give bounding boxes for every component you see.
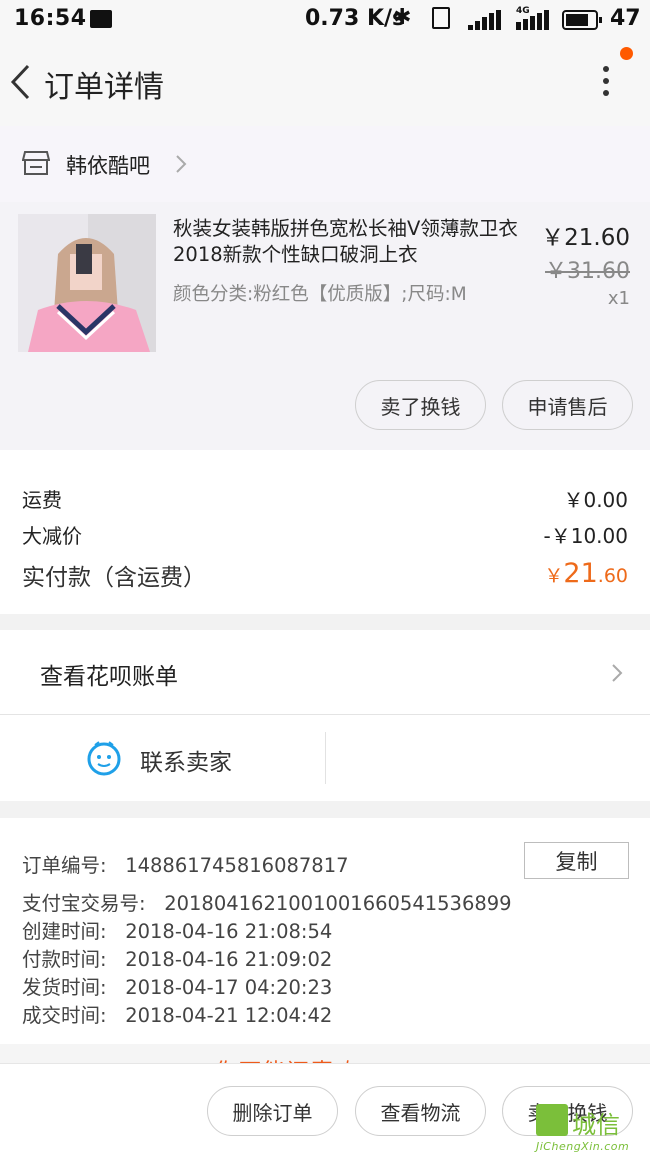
shipped-time: 2018-04-17 04:20:23 [125, 976, 333, 999]
watermark-text: 城信 [572, 1111, 620, 1139]
notification-dot [620, 47, 633, 60]
paid-integer: 21 [563, 558, 598, 589]
completed-time-row: 成交时间: 2018-04-21 12:04:42 [22, 999, 332, 1028]
paid-amount: ￥21.60 [544, 558, 628, 589]
page-title: 订单详情 [44, 70, 164, 105]
copy-button[interactable]: 复制 [524, 842, 629, 879]
shipping-value: ￥0.00 [563, 488, 628, 512]
order-number: 148861745816087817 [125, 854, 349, 877]
fee-summary: 运费 ￥0.00 大减价 -￥10.00 实付款（含运费） ￥21.60 [0, 450, 650, 614]
site-watermark-logo: 城信 JiChengXin.com [532, 1102, 650, 1155]
chevron-right-icon [174, 154, 188, 174]
product-spec: 颜色分类:粉红色【优质版】;尺码:M [173, 284, 467, 305]
watermark-icon [536, 1104, 568, 1136]
product-title[interactable]: 秋装女装韩版拼色宽松长袖V领薄款卫衣2018新款个性缺口破洞上衣 [173, 216, 538, 268]
shipping-label: 运费 [22, 488, 62, 512]
created-time-label: 创建时间: [22, 920, 107, 943]
order-info: 订单编号: 148861745816087817 复制 支付宝交易号: 2018… [0, 818, 650, 1044]
shipped-time-label: 发货时间: [22, 976, 107, 999]
bluetooth-icon: ✱ [393, 5, 412, 30]
order-number-label: 订单编号: [22, 854, 107, 877]
product-original-price: ￥31.60 [545, 259, 630, 284]
battery-icon [562, 10, 602, 30]
completed-time-label: 成交时间: [22, 1004, 107, 1027]
shop-name: 韩依酷吧 [66, 154, 150, 178]
order-number-row: 订单编号: 148861745816087817 [22, 849, 349, 878]
product-thumbnail[interactable] [18, 214, 156, 352]
paid-time-label: 付款时间: [22, 948, 107, 971]
contact-seller-button[interactable]: 联系卖家 [140, 743, 232, 777]
store-icon [21, 150, 51, 176]
status-time: 16:54 [14, 6, 87, 31]
paid-label: 实付款（含运费） [22, 565, 206, 591]
delete-order-button[interactable]: 删除订单 [207, 1086, 338, 1136]
discount-label: 大减价 [22, 524, 82, 548]
resell-button[interactable]: 卖了换钱 [355, 380, 486, 430]
product-quantity: x1 [607, 288, 630, 309]
product-price: ￥21.60 [541, 225, 630, 251]
vibrate-icon [432, 7, 450, 29]
contact-row: 联系卖家 [0, 715, 650, 801]
alipay-number: 2018041621001001660541536899 [164, 892, 512, 915]
image-notification-icon [90, 10, 112, 28]
divider [325, 732, 326, 784]
watermark-subtext: JiChengXin.com [536, 1140, 630, 1153]
huabei-bill-row[interactable]: 查看花呗账单 [0, 630, 650, 715]
discount-value: -￥10.00 [543, 524, 628, 548]
signal-icon [468, 10, 502, 30]
completed-time: 2018-04-21 12:04:42 [125, 1004, 333, 1027]
chevron-right-icon [610, 663, 624, 683]
battery-percent: 47 [610, 6, 641, 31]
app-header: 订单详情 [0, 40, 650, 126]
created-time-row: 创建时间: 2018-04-16 21:08:54 [22, 915, 332, 944]
signal-4g-icon [516, 10, 550, 30]
alipay-number-label: 支付宝交易号: [22, 892, 146, 915]
created-time: 2018-04-16 21:08:54 [125, 920, 333, 943]
after-sales-button[interactable]: 申请售后 [502, 380, 633, 430]
paid-time-row: 付款时间: 2018-04-16 21:09:02 [22, 943, 332, 972]
alipay-number-row: 支付宝交易号: 2018041621001001660541536899 [22, 887, 512, 916]
paid-decimal: .60 [597, 565, 628, 587]
network-speed: 0.73 K/s [305, 6, 406, 31]
order-item: 秋装女装韩版拼色宽松长袖V领薄款卫衣2018新款个性缺口破洞上衣 颜色分类:粉红… [0, 202, 650, 450]
view-logistics-button[interactable]: 查看物流 [355, 1086, 486, 1136]
paid-currency: ￥ [544, 565, 564, 587]
back-arrow-icon[interactable] [8, 62, 38, 102]
chat-bubble-icon[interactable] [85, 739, 123, 777]
shop-row[interactable]: 韩依酷吧 [0, 126, 650, 202]
status-bar: 16:54 0.73 K/s ✱ 4G 47 [0, 0, 650, 40]
more-options-icon[interactable] [596, 66, 616, 102]
shipped-time-row: 发货时间: 2018-04-17 04:20:23 [22, 971, 332, 1000]
paid-time: 2018-04-16 21:09:02 [125, 948, 333, 971]
huabei-label: 查看花呗账单 [40, 664, 178, 690]
